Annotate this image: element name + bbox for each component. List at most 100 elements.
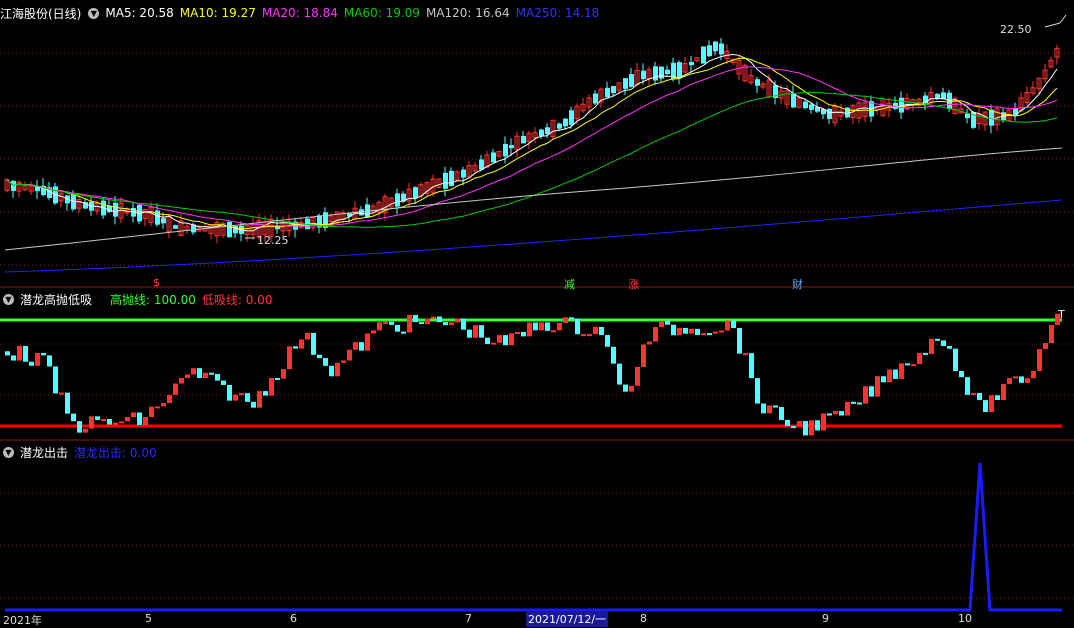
oscillator-bar (83, 428, 88, 433)
ma60-label: MA60: 19.09 (343, 6, 420, 20)
oscillator-bar (941, 340, 946, 346)
oscillator-bar (1007, 378, 1012, 384)
oscillator-bar (455, 318, 460, 323)
oscillator-bar (179, 377, 184, 384)
event-marker-reduce[interactable]: 减 (564, 276, 575, 292)
oscillator-bar (137, 412, 142, 426)
oscillator-bar (335, 362, 340, 377)
oscillator-bar (149, 406, 154, 417)
date-label-jun: 6 (290, 612, 297, 625)
chevron-down-icon[interactable]: ▼ (88, 7, 100, 19)
oscillator-bar (431, 316, 436, 319)
oscillator-bar (383, 321, 388, 324)
oscillator-bar (485, 337, 490, 345)
candle-body-down (701, 46, 706, 64)
oscillator-bar (437, 316, 442, 323)
event-marker-dividend[interactable]: $ (153, 276, 160, 289)
oscillator-bar (71, 413, 76, 422)
candle-body-down (227, 221, 232, 238)
oscillator-bar (635, 366, 640, 386)
oscillator-bar (479, 325, 484, 338)
oscillator-bar (971, 392, 976, 395)
oscillator-bar (509, 333, 514, 346)
oscillator-bar (539, 322, 544, 331)
oscillator-bar (413, 314, 418, 323)
oscillator-bar (191, 368, 196, 375)
oscillator-bar (587, 334, 592, 337)
ma20-line (6, 66, 1058, 227)
oscillator-bar (827, 413, 832, 416)
candle-body-down (161, 218, 166, 224)
ma10-label: MA10: 19.27 (179, 6, 256, 20)
oscillator-bar (395, 324, 400, 332)
oscillator-bar (671, 324, 676, 336)
oscillator-bar (221, 380, 226, 385)
oscillator-bar (611, 346, 616, 364)
oscillator-bar (593, 326, 598, 335)
oscillator-bar (755, 378, 760, 404)
oscillator-bar (5, 351, 10, 356)
kline-chart-canvas[interactable] (0, 0, 1074, 621)
candle-body-down (935, 93, 940, 99)
oscillator-bar (701, 333, 706, 336)
oscillator-bar (797, 421, 802, 427)
chevron-down-icon[interactable]: ▼ (3, 293, 14, 305)
candle-body-down (791, 93, 796, 108)
candle-body-down (719, 43, 724, 55)
candle-body-down (665, 69, 670, 75)
oscillator-bar (1031, 370, 1036, 379)
oscillator-bar (665, 320, 670, 325)
date-label-aug: 8 (640, 612, 647, 625)
oscillator-bar (257, 391, 262, 408)
oscillator-bar (953, 348, 958, 371)
oscillator-bar (215, 373, 220, 381)
oscillator-bar (623, 384, 628, 392)
oscillator-bar (551, 330, 556, 333)
oscillator-bar (389, 321, 394, 325)
candle-body-down (479, 159, 484, 170)
signal-line (5, 462, 1062, 612)
oscillator-bar (959, 370, 964, 378)
candle-body-down (629, 74, 634, 87)
oscillator-bar (173, 383, 178, 395)
oscillator-bar (227, 384, 232, 401)
event-marker-rise[interactable]: 涨 (628, 276, 639, 292)
indicator2-name: 潜龙出击 (20, 445, 69, 460)
high-line-label: 高抛线: 100.00 (110, 292, 196, 307)
candle-body-down (509, 145, 514, 149)
ma10-line (6, 57, 1058, 230)
candle-body-down (659, 66, 664, 79)
oscillator-bar (515, 332, 520, 335)
oscillator-bar (65, 392, 70, 414)
oscillator-bar (995, 395, 1000, 401)
oscillator-bar (491, 342, 496, 345)
high-price-label: 22.50 (1000, 23, 1032, 36)
candle-body-down (449, 170, 454, 186)
oscillator-bar (785, 419, 790, 427)
chevron-down-icon[interactable]: ▼ (3, 446, 14, 458)
oscillator-bar (293, 346, 298, 349)
candle-body-down (563, 118, 568, 127)
oscillator-bar (101, 419, 106, 422)
oscillator-bar (527, 322, 532, 337)
oscillator-bar (203, 372, 208, 379)
indicator1-header: ▼ 潜龙高抛低吸 高抛线: 100.00 低吸线: 0.00 (0, 289, 278, 309)
oscillator-bar (893, 369, 898, 379)
oscillator-bar (1037, 349, 1042, 371)
oscillator-bar (887, 369, 892, 383)
oscillator-bar (341, 360, 346, 363)
oscillator-bar (275, 378, 280, 381)
oscillator-bar (467, 329, 472, 338)
oscillator-bar (305, 332, 310, 340)
oscillator-bar (767, 405, 772, 414)
high-price-pointer (1044, 14, 1067, 28)
oscillator-bar (143, 416, 148, 426)
oscillator-bar (299, 339, 304, 349)
event-marker-finance[interactable]: 财 (792, 276, 803, 292)
oscillator-bar (251, 401, 256, 408)
oscillator-bar (1025, 378, 1030, 383)
low-price-label: 12.25 (257, 234, 289, 247)
oscillator-bar (677, 327, 682, 336)
oscillator-bar (311, 332, 316, 355)
oscillator-bar (185, 374, 190, 378)
